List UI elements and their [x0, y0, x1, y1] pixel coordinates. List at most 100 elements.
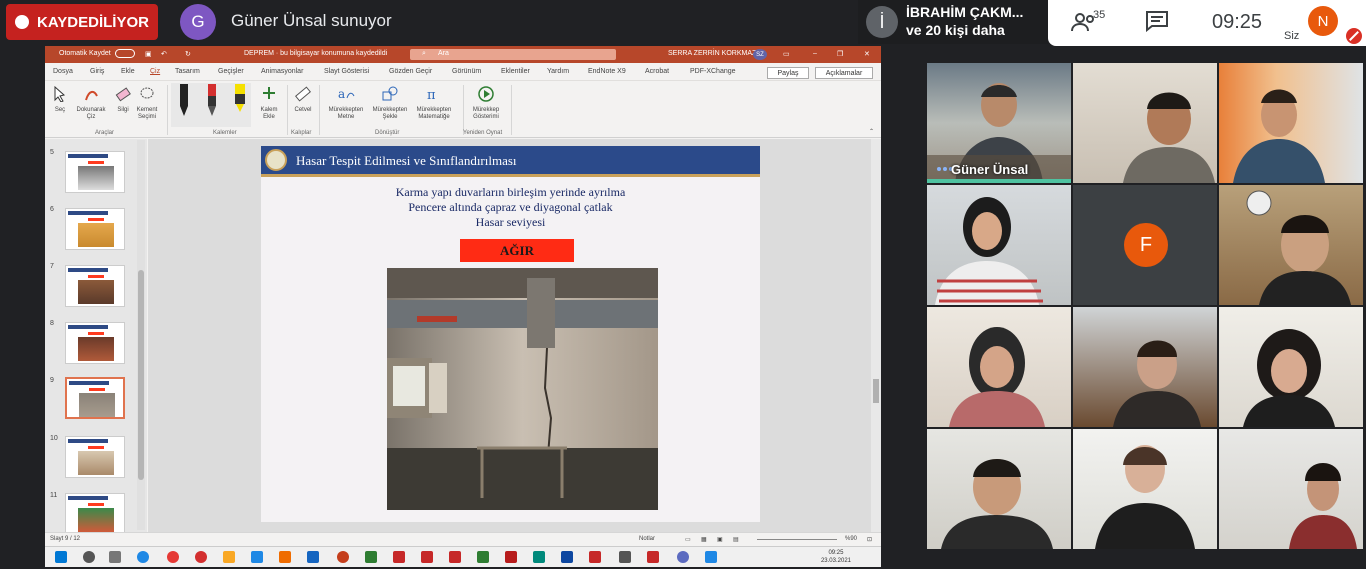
- fit-slide-icon[interactable]: ⊡: [867, 536, 872, 543]
- photoshop-icon[interactable]: [561, 551, 573, 563]
- search-icon: ⌕: [422, 50, 426, 57]
- powerpoint-icon[interactable]: [337, 551, 349, 563]
- mail-icon[interactable]: [251, 551, 263, 563]
- lasso-icon[interactable]: [139, 86, 155, 102]
- maximize-icon[interactable]: ❐: [837, 50, 843, 58]
- collapse-ribbon-icon[interactable]: ⌃: [869, 129, 874, 136]
- tab-gecisler[interactable]: Geçişler: [218, 68, 244, 75]
- tab-pdf-xchange[interactable]: PDF-XChange: [690, 68, 736, 75]
- thumbnails-scrollbar[interactable]: [137, 140, 145, 530]
- edge-icon[interactable]: [137, 551, 149, 563]
- view-reading-icon[interactable]: ▣: [717, 536, 723, 543]
- tab-ekle[interactable]: Ekle: [121, 68, 135, 75]
- camtasia-icon[interactable]: [477, 551, 489, 563]
- tab-animasyonlar[interactable]: Animasyonlar: [261, 68, 303, 75]
- user-avatar[interactable]: SZ: [753, 49, 767, 60]
- app-icon[interactable]: [705, 551, 717, 563]
- tab-dosya[interactable]: Dosya: [53, 68, 73, 75]
- app-icon[interactable]: [421, 551, 433, 563]
- self-avatar[interactable]: N: [1308, 6, 1338, 36]
- black-pen-icon[interactable]: [177, 84, 191, 118]
- video-tile[interactable]: [1219, 429, 1363, 549]
- slide-scrollbar[interactable]: [871, 139, 881, 532]
- tab-gozden-gecir[interactable]: Gözden Geçir: [389, 68, 432, 75]
- view-slideshow-icon[interactable]: ▤: [733, 536, 739, 543]
- word-icon[interactable]: [307, 551, 319, 563]
- ink-to-text-icon[interactable]: a: [337, 86, 355, 102]
- slide-thumbnail[interactable]: [65, 208, 125, 250]
- ink-to-shape-icon[interactable]: [381, 86, 399, 102]
- eraser-icon[interactable]: [115, 86, 131, 102]
- search-box[interactable]: ⌕ Ara: [410, 49, 616, 60]
- excel-icon[interactable]: [365, 551, 377, 563]
- app-icon[interactable]: [449, 551, 461, 563]
- taskbar-clock[interactable]: 09:25 23.03.2021: [821, 549, 851, 565]
- video-tile[interactable]: [927, 185, 1071, 305]
- video-tile[interactable]: [1219, 307, 1363, 427]
- video-tile[interactable]: [1073, 63, 1217, 183]
- slide-text-line: Hasar seviyesi: [475, 215, 546, 229]
- view-normal-icon[interactable]: ▭: [685, 536, 691, 543]
- tab-ciz[interactable]: Çiz: [150, 68, 160, 75]
- slide-thumbnail-selected[interactable]: [65, 377, 125, 419]
- tab-tasarim[interactable]: Tasarım: [175, 68, 200, 75]
- slide-thumbnail[interactable]: [65, 436, 125, 478]
- redo-icon[interactable]: ↻: [185, 50, 191, 58]
- tab-eklentiler[interactable]: Eklentiler: [501, 68, 530, 75]
- user-name: SERRA ZERRİN KORKMAZ: [668, 50, 757, 57]
- tab-yardim[interactable]: Yardım: [547, 68, 569, 75]
- start-icon[interactable]: [55, 551, 67, 563]
- video-tile-presenter[interactable]: Güner Ünsal: [927, 63, 1071, 183]
- ink-replay-icon[interactable]: [477, 85, 495, 103]
- video-tile[interactable]: [1073, 429, 1217, 549]
- video-tile[interactable]: [1219, 63, 1363, 183]
- video-tile-camera-off[interactable]: F: [1073, 185, 1217, 305]
- search-placeholder: Ara: [438, 50, 449, 57]
- app-icon[interactable]: [619, 551, 631, 563]
- slide-thumbnail[interactable]: [65, 151, 125, 193]
- highlighter-icon[interactable]: [233, 84, 247, 118]
- task-view-icon[interactable]: [109, 551, 121, 563]
- select-arrow-icon[interactable]: [53, 86, 67, 102]
- save-icon[interactable]: ▣: [145, 50, 152, 58]
- slide-thumbnail[interactable]: [65, 322, 125, 364]
- notes-button[interactable]: Notlar: [639, 536, 655, 542]
- view-sorter-icon[interactable]: ▦: [701, 536, 707, 543]
- ribbon-display-icon[interactable]: ▭: [783, 50, 790, 58]
- tab-slayt-gosterisi[interactable]: Slayt Gösterisi: [324, 68, 369, 75]
- ink-to-math-icon[interactable]: π: [425, 86, 443, 102]
- tab-gorunum[interactable]: Görünüm: [452, 68, 481, 75]
- add-pen-icon[interactable]: [261, 85, 277, 101]
- chat-icon[interactable]: [1145, 10, 1169, 32]
- autosave-toggle[interactable]: [115, 49, 135, 58]
- tab-acrobat[interactable]: Acrobat: [645, 68, 669, 75]
- slide-thumbnail[interactable]: [65, 265, 125, 307]
- zoom-slider[interactable]: [757, 539, 837, 540]
- slide-thumbnail[interactable]: [65, 493, 125, 535]
- pdf-icon[interactable]: [589, 551, 601, 563]
- chrome-icon[interactable]: [167, 551, 179, 563]
- app-icon[interactable]: [647, 551, 659, 563]
- video-tile[interactable]: [1073, 307, 1217, 427]
- explorer-icon[interactable]: [223, 551, 235, 563]
- close-icon[interactable]: ✕: [864, 50, 870, 58]
- share-button[interactable]: Paylaş: [767, 67, 809, 79]
- minimize-icon[interactable]: –: [813, 50, 817, 57]
- touch-draw-icon[interactable]: [83, 86, 99, 102]
- undo-icon[interactable]: ↶: [161, 50, 167, 58]
- video-tile[interactable]: [927, 429, 1071, 549]
- tab-endnote[interactable]: EndNote X9: [588, 68, 626, 75]
- comments-button[interactable]: Açıklamalar: [815, 67, 873, 79]
- video-tile[interactable]: [927, 307, 1071, 427]
- video-tile[interactable]: [1219, 185, 1363, 305]
- app-icon[interactable]: [533, 551, 545, 563]
- red-pen-icon[interactable]: [205, 84, 219, 118]
- app-icon[interactable]: [393, 551, 405, 563]
- vlc-icon[interactable]: [279, 551, 291, 563]
- tab-giris[interactable]: Giriş: [90, 68, 104, 75]
- opera-icon[interactable]: [195, 551, 207, 563]
- acrobat-icon[interactable]: [505, 551, 517, 563]
- ruler-icon[interactable]: [295, 85, 311, 103]
- search-icon[interactable]: [83, 551, 95, 563]
- app-icon[interactable]: [677, 551, 689, 563]
